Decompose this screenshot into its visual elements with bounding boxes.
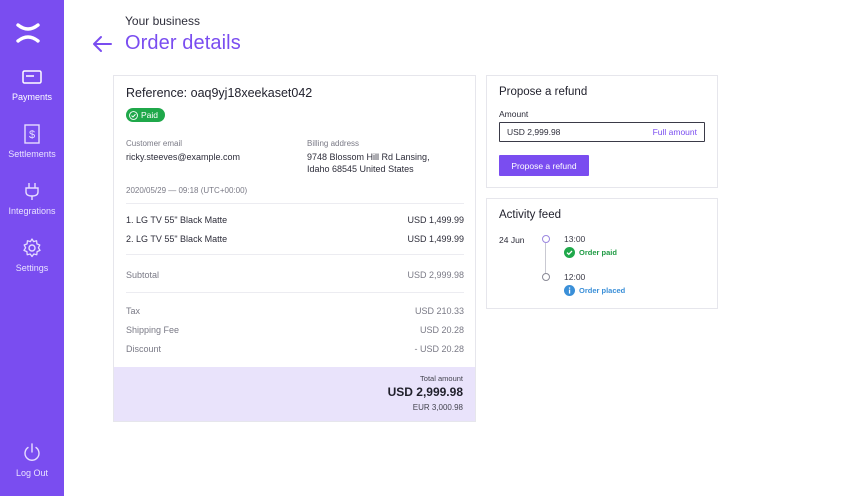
timeline-dot bbox=[541, 273, 550, 281]
line-item-price: USD 1,499.99 bbox=[407, 234, 464, 244]
sidebar-item-integrations[interactable]: Integrations bbox=[0, 180, 64, 216]
activity-feed-card: Activity feed 24 Jun 13:00 Order paid 12… bbox=[486, 198, 718, 309]
line-item: 1. LG TV 55" Black Matte USD 1,499.99 bbox=[126, 215, 464, 225]
subtotal-label: Subtotal bbox=[126, 270, 160, 280]
activity-title: Activity feed bbox=[499, 209, 561, 221]
propose-refund-button[interactable]: Propose a refund bbox=[499, 155, 589, 176]
subtotal-row: Subtotal USD 2,999.98 bbox=[126, 270, 464, 280]
card-icon bbox=[22, 70, 42, 84]
info-circle-icon bbox=[564, 285, 575, 296]
logout-button[interactable]: Log Out bbox=[0, 442, 64, 478]
event-status-label: Order paid bbox=[579, 248, 617, 257]
customer-email-label: Customer email bbox=[126, 139, 183, 148]
check-circle-icon bbox=[564, 247, 575, 258]
total-amount-label: Total amount bbox=[420, 374, 463, 383]
divider bbox=[126, 292, 464, 293]
shipping-row: Shipping Fee USD 20.28 bbox=[126, 325, 464, 335]
billing-address-label: Billing address bbox=[307, 139, 360, 148]
status-badge: Paid bbox=[126, 108, 166, 122]
sidebar-item-label: Settings bbox=[15, 263, 49, 273]
sidebar: Payments $ Settlements Integrations Sett… bbox=[0, 0, 64, 496]
logout-label: Log Out bbox=[15, 468, 49, 478]
subtotal-value: USD 2,999.98 bbox=[407, 270, 464, 280]
timeline-line bbox=[545, 243, 546, 276]
shipping-label: Shipping Fee bbox=[126, 325, 180, 335]
total-amount-usd: USD 2,999.98 bbox=[387, 385, 463, 399]
page-subtitle: Your business bbox=[125, 14, 200, 28]
divider bbox=[126, 203, 464, 204]
shipping-value: USD 20.28 bbox=[419, 325, 464, 335]
sidebar-item-settings[interactable]: Settings bbox=[0, 237, 64, 273]
sidebar-item-label: Payments bbox=[11, 92, 53, 102]
check-circle-icon bbox=[129, 110, 138, 120]
sidebar-item-label: Settlements bbox=[8, 149, 56, 159]
full-amount-link[interactable]: Full amount bbox=[653, 127, 697, 137]
order-details-card: Reference: oaq9yj18xeekaset042 Paid Cust… bbox=[113, 75, 476, 422]
sidebar-item-payments[interactable]: Payments bbox=[0, 66, 64, 102]
timeline-dot bbox=[541, 235, 550, 243]
billing-address-line-1: 9748 Blossom Hill Rd Lansing, bbox=[307, 152, 430, 162]
billing-address-line-2: Idaho 68545 United States bbox=[307, 164, 414, 174]
page-title: Order details bbox=[125, 32, 241, 54]
discount-value: - USD 20.28 bbox=[414, 344, 464, 354]
gear-icon bbox=[23, 238, 41, 258]
tax-row: Tax USD 210.33 bbox=[126, 306, 464, 316]
event-status: Order paid bbox=[564, 247, 617, 258]
discount-row: Discount - USD 20.28 bbox=[126, 344, 464, 354]
svg-text:$: $ bbox=[29, 129, 35, 141]
refund-card: Propose a refund Amount USD 2,999.98 Ful… bbox=[486, 75, 718, 188]
plug-icon bbox=[25, 183, 39, 200]
power-icon bbox=[24, 443, 40, 461]
total-amount-panel: Total amount USD 2,999.98 EUR 3,000.98 bbox=[114, 367, 475, 421]
back-arrow-icon[interactable] bbox=[91, 35, 113, 53]
total-amount-eur: EUR 3,000.98 bbox=[412, 403, 463, 412]
line-item: 2. LG TV 55" Black Matte USD 1,499.99 bbox=[126, 234, 464, 244]
event-status: Order placed bbox=[564, 285, 625, 296]
event-status-label: Order placed bbox=[579, 286, 626, 295]
event-time: 13:00 bbox=[564, 234, 586, 244]
discount-label: Discount bbox=[126, 344, 162, 354]
customer-email: ricky.steeves@example.com bbox=[126, 152, 241, 162]
line-item-price: USD 1,499.99 bbox=[407, 215, 464, 225]
sidebar-item-label: Integrations bbox=[8, 206, 56, 216]
amount-input[interactable]: USD 2,999.98 Full amount bbox=[499, 122, 705, 142]
tax-value: USD 210.33 bbox=[414, 306, 464, 316]
sidebar-item-settlements[interactable]: $ Settlements bbox=[0, 123, 64, 159]
divider bbox=[126, 254, 464, 255]
activity-date: 24 Jun bbox=[499, 235, 525, 245]
document-dollar-icon: $ bbox=[24, 124, 40, 144]
tax-label: Tax bbox=[126, 306, 141, 316]
refund-title: Propose a refund bbox=[499, 86, 588, 98]
line-item-name: 2. LG TV 55" Black Matte bbox=[126, 234, 228, 244]
logo-icon[interactable] bbox=[15, 20, 41, 46]
event-time: 12:00 bbox=[564, 272, 586, 282]
amount-label: Amount bbox=[499, 109, 529, 119]
status-badge-label: Paid bbox=[141, 110, 159, 120]
order-reference: Reference: oaq9yj18xeekaset042 bbox=[126, 86, 313, 100]
line-item-name: 1. LG TV 55" Black Matte bbox=[126, 215, 228, 225]
order-date: 2020/05/29 — 09:18 (UTC+00:00) bbox=[126, 186, 248, 195]
amount-value: USD 2,999.98 bbox=[507, 127, 561, 137]
